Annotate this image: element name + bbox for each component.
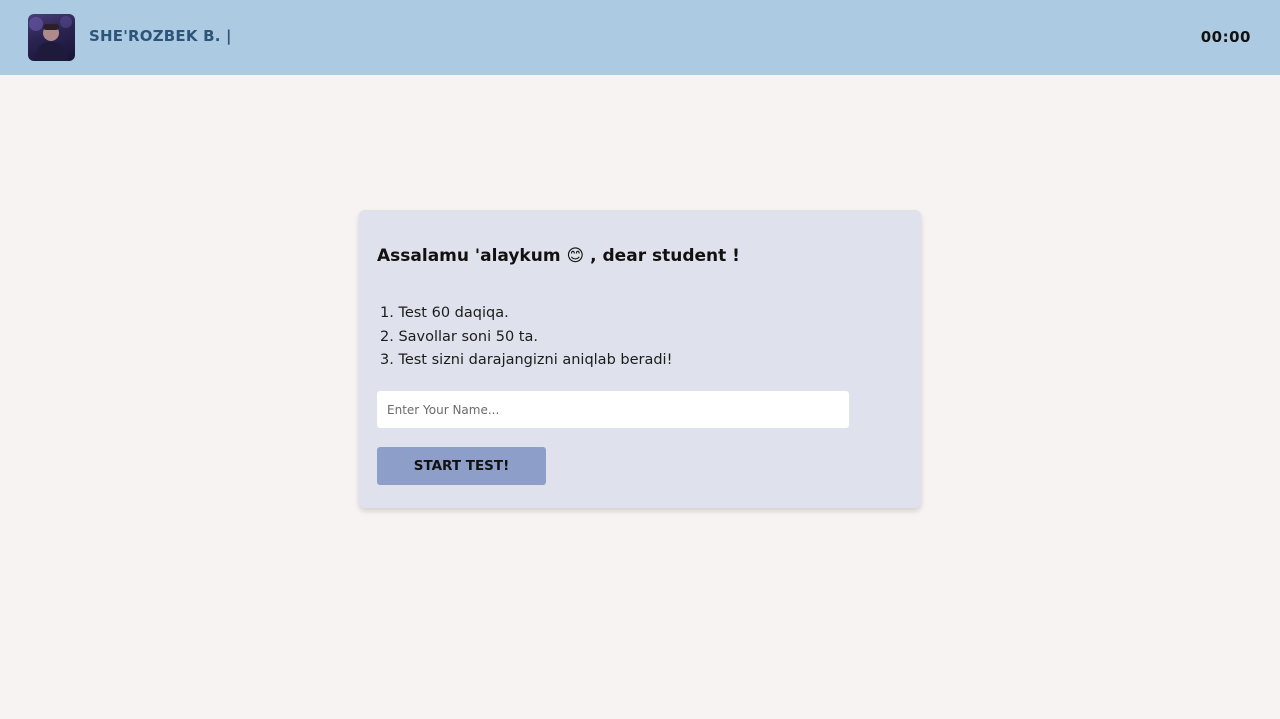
- greeting-suffix: , dear student !: [590, 246, 740, 266]
- rule-item: 1. Test 60 daqiqa.: [380, 305, 509, 321]
- greeting-text: Assalamu 'alaykum: [377, 246, 561, 266]
- welcome-card: Assalamu 'alaykum 😊 , dear student ! 1. …: [359, 210, 921, 508]
- start-test-button[interactable]: START TEST!: [377, 447, 546, 485]
- brand-name: SHE'ROZBEK B. |: [89, 27, 232, 45]
- rule-item: 3. Test sizni darajangizni aniqlab berad…: [380, 352, 673, 368]
- rule-item: 2. Savollar soni 50 ta.: [380, 328, 538, 345]
- test-rules-list: 1. Test 60 daqiqa. 2. Savollar soni 50 t…: [380, 302, 672, 373]
- name-input[interactable]: [377, 391, 849, 428]
- smile-emoji-icon: 😊: [566, 246, 585, 266]
- greeting-heading: Assalamu 'alaykum 😊 , dear student !: [377, 246, 740, 266]
- top-bar: SHE'ROZBEK B. | 00:00: [0, 0, 1280, 75]
- user-avatar: [28, 14, 75, 61]
- countdown-timer: 00:00: [1200, 28, 1251, 46]
